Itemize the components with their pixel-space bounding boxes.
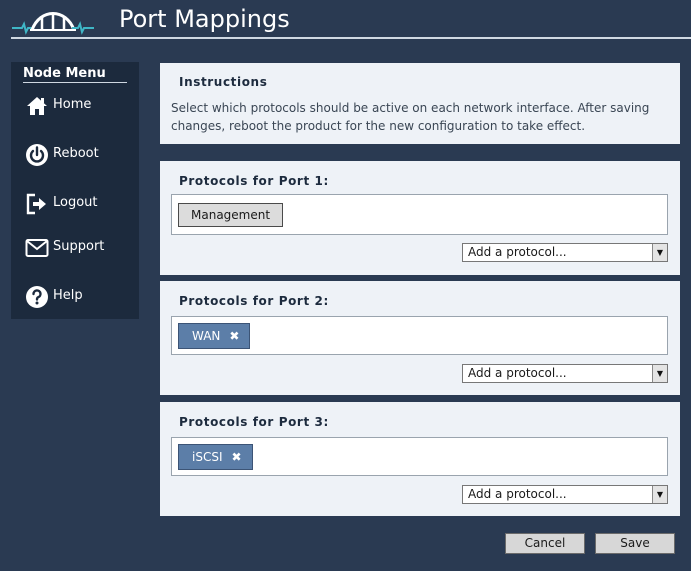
sidebar-item-label: Home [53,97,92,112]
cancel-button[interactable]: Cancel [505,533,585,554]
port-2-add-protocol-select[interactable]: Add a protocol... ▼ [462,364,668,383]
logout-icon [26,193,46,215]
save-button[interactable]: Save [595,533,675,554]
port-3-add-protocol-select[interactable]: Add a protocol... ▼ [462,485,668,504]
sidebar-title: Node Menu [23,66,106,81]
port-2-title: Protocols for Port 2: [179,294,329,308]
chevron-down-icon[interactable]: ▼ [652,486,667,503]
power-icon [26,144,48,166]
sidebar-item-logout[interactable]: Logout [23,190,133,218]
port-1-add-protocol-select[interactable]: Add a protocol... ▼ [462,243,668,262]
protocol-tag-iscsi: iSCSI ✖ [178,444,253,470]
port-3-tag-box[interactable]: iSCSI ✖ [171,437,668,476]
sidebar-item-label: Help [53,288,83,303]
port-2-tag-box[interactable]: WAN ✖ [171,316,668,355]
chevron-down-icon[interactable]: ▼ [652,244,667,261]
instructions-panel: Instructions Select which protocols shou… [160,63,680,144]
sidebar-item-home[interactable]: Home [23,92,133,120]
bridge-logo-icon [12,12,94,35]
select-placeholder: Add a protocol... [468,366,567,380]
protocol-tag-label: WAN [192,329,221,343]
sidebar-divider [23,82,127,83]
port-3-title: Protocols for Port 3: [179,415,329,429]
remove-tag-icon[interactable]: ✖ [232,450,242,464]
protocol-tag-management[interactable]: Management [178,203,284,227]
sidebar-item-help[interactable]: Help [23,283,133,311]
home-icon [27,97,47,115]
port-3-panel: Protocols for Port 3: iSCSI ✖ Add a proto… [160,402,680,516]
sidebar-item-label: Reboot [53,146,99,161]
header-divider [11,37,691,39]
protocol-tag-label: Management [191,208,271,222]
sidebar-item-reboot[interactable]: Reboot [23,141,133,169]
page-title: Port Mappings [119,5,290,33]
protocol-tag-label: iSCSI [192,450,223,464]
instructions-text: Select which protocols should be active … [171,101,650,133]
instructions-title: Instructions [179,75,268,89]
header: Port Mappings [0,0,691,40]
port-2-panel: Protocols for Port 2: WAN ✖ Add a protoco… [160,281,680,395]
port-1-tag-box[interactable]: Management [171,194,668,235]
envelope-icon [25,239,49,257]
select-placeholder: Add a protocol... [468,487,567,501]
port-1-title: Protocols for Port 1: [179,174,329,188]
chevron-down-icon[interactable]: ▼ [652,365,667,382]
sidebar-item-label: Support [53,239,105,254]
sidebar: Node Menu Home Reboot Logout Support Hel… [11,62,139,319]
protocol-tag-wan: WAN ✖ [178,323,251,349]
sidebar-item-label: Logout [53,195,98,210]
help-icon [26,286,48,308]
remove-tag-icon[interactable]: ✖ [229,329,239,343]
sidebar-item-support[interactable]: Support [23,234,133,262]
select-placeholder: Add a protocol... [468,245,567,259]
port-1-panel: Protocols for Port 1: Management Add a p… [160,161,680,275]
